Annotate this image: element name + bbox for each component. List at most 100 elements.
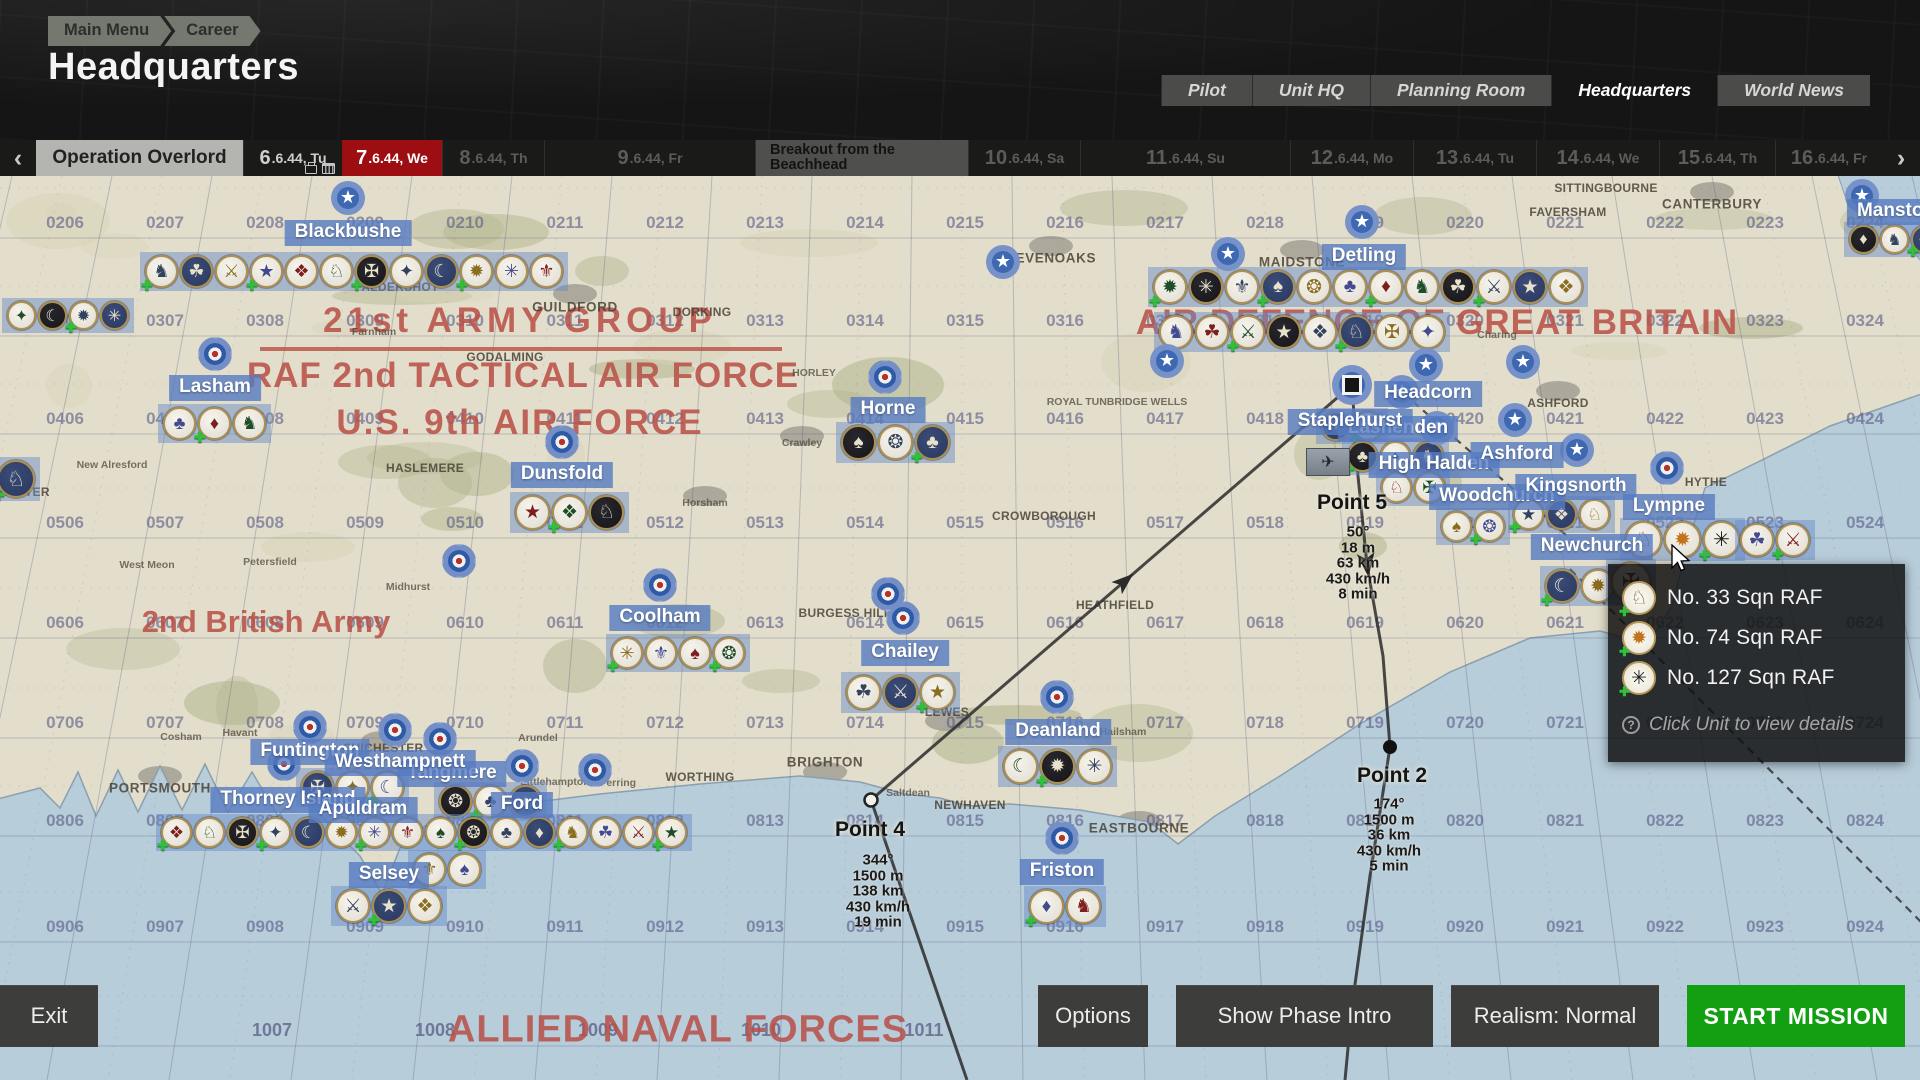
- airfield-label-staplehurst[interactable]: Staplehurst: [1288, 409, 1413, 435]
- unit-emblem[interactable]: ♣✚: [915, 425, 950, 460]
- unit-emblem[interactable]: ☘: [590, 817, 621, 848]
- unit-emblem[interactable]: ♞✚: [145, 255, 178, 288]
- airfield-marker-staplehurst[interactable]: [1332, 365, 1372, 405]
- unit-emblem[interactable]: ♘✚: [0, 460, 35, 498]
- unit-emblem[interactable]: ✠✚: [355, 255, 388, 288]
- unit-emblem[interactable]: ⚔✚: [1231, 315, 1265, 349]
- unit-emblem[interactable]: ❖✚: [552, 495, 587, 530]
- options-button[interactable]: Options: [1038, 985, 1148, 1047]
- airfield-marker-lympne[interactable]: [1650, 451, 1684, 485]
- airfield-label-dunsfold[interactable]: Dunsfold: [511, 462, 613, 488]
- unit-emblem[interactable]: ♠: [425, 817, 456, 848]
- timeline-date-12[interactable]: 12.6.44, Mo: [1290, 140, 1413, 176]
- airfield-label-chailey[interactable]: Chailey: [861, 640, 949, 666]
- unit-emblem[interactable]: ★: [1513, 270, 1547, 304]
- airfield-marker[interactable]: [871, 577, 905, 611]
- unit-emblem[interactable]: ⚜: [1225, 270, 1259, 304]
- unit-emblem[interactable]: ❂✚: [458, 817, 489, 848]
- unit-emblem[interactable]: ★✚: [250, 255, 283, 288]
- airfield-marker-blackbushe[interactable]: ★: [331, 181, 365, 215]
- airfield-label-lasham[interactable]: Lasham: [169, 375, 261, 401]
- exit-button[interactable]: Exit: [0, 985, 98, 1047]
- timeline-date-16[interactable]: 16.6.44, Fr: [1775, 140, 1882, 176]
- unit-emblem[interactable]: ♘: [320, 255, 353, 288]
- tab-planning-room[interactable]: Planning Room: [1370, 75, 1551, 106]
- unit-emblem[interactable]: ☘: [1441, 270, 1475, 304]
- unit-emblem[interactable]: ✦: [390, 255, 423, 288]
- airfield-label-coolham[interactable]: Coolham: [609, 605, 710, 631]
- timeline-next-icon[interactable]: ›: [1882, 140, 1920, 176]
- tab-unit-hq[interactable]: Unit HQ: [1252, 75, 1370, 106]
- airfield-marker-dunsfold[interactable]: [545, 425, 579, 459]
- unit-emblem[interactable]: ♞: [233, 407, 266, 440]
- unit-emblem[interactable]: ❂: [1297, 270, 1331, 304]
- timeline-date-6[interactable]: 6.6.44, Tu: [243, 140, 342, 176]
- breadcrumb-main-menu[interactable]: Main Menu: [48, 16, 171, 46]
- unit-emblem[interactable]: ☘: [1195, 315, 1229, 349]
- tooltip-squadron-no-127-sqn-raf[interactable]: ✳✚No. 127 Sqn RAF: [1608, 658, 1905, 698]
- unit-emblem[interactable]: ♘: [194, 817, 225, 848]
- unit-emblem[interactable]: ❂✚: [1474, 511, 1505, 542]
- unit-emblem[interactable]: ✠: [1375, 315, 1409, 349]
- airfield-label-lympne[interactable]: Lympne: [1623, 494, 1715, 520]
- unit-emblem[interactable]: ♠✚: [1261, 270, 1295, 304]
- unit-emblem[interactable]: ♠: [1441, 511, 1472, 542]
- show-phase-intro-button[interactable]: Show Phase Intro: [1176, 985, 1433, 1047]
- unit-emblem[interactable]: ✳: [100, 301, 129, 330]
- timeline-date-11[interactable]: 11.6.44, Su: [1080, 140, 1290, 176]
- unit-emblem[interactable]: ★: [1267, 315, 1301, 349]
- unit-emblem[interactable]: ⚔: [336, 889, 370, 923]
- start-mission-button[interactable]: START MISSION: [1687, 985, 1905, 1047]
- airfield-label-headcorn[interactable]: Headcorn: [1374, 381, 1482, 407]
- breadcrumb-career[interactable]: Career: [164, 16, 260, 46]
- unit-emblem[interactable]: ✹✚: [69, 301, 98, 330]
- unit-emblem[interactable]: ♣: [1333, 270, 1367, 304]
- unit-emblem[interactable]: ✹✚: [1153, 270, 1187, 304]
- timeline-date-7[interactable]: 7.6.44, We: [342, 140, 442, 176]
- airfield-label-apuldram[interactable]: Apuldram: [309, 797, 418, 823]
- airfield-label-blackbushe[interactable]: Blackbushe: [285, 220, 412, 246]
- unit-emblem[interactable]: ☾: [425, 255, 458, 288]
- airfield-marker-kingsnorth[interactable]: ★: [1560, 433, 1594, 467]
- unit-emblem[interactable]: ⚔: [215, 255, 248, 288]
- unit-emblem[interactable]: ⚔✚: [1477, 270, 1511, 304]
- unit-emblem[interactable]: ♘: [1579, 499, 1610, 530]
- unit-emblem[interactable]: ✦: [1411, 315, 1445, 349]
- airfield-marker-headcorn[interactable]: ★: [1409, 348, 1443, 382]
- airfield-marker-ashford[interactable]: ★: [1498, 403, 1532, 437]
- tooltip-squadron-no-74-sqn-raf[interactable]: ✹✚No. 74 Sqn RAF: [1608, 618, 1905, 658]
- timeline-date-15[interactable]: 15.6.44, Th: [1659, 140, 1775, 176]
- airfield-label-friston[interactable]: Friston: [1020, 859, 1104, 885]
- timeline-date-9[interactable]: 9.6.44, Fr: [544, 140, 755, 176]
- unit-emblem[interactable]: ★✚: [656, 817, 687, 848]
- unit-emblem[interactable]: ♦: [1849, 225, 1878, 254]
- unit-emblem[interactable]: ❖✚: [161, 817, 192, 848]
- timeline-date-10[interactable]: 10.6.44, Sa: [968, 140, 1080, 176]
- unit-emblem[interactable]: ⚔✚: [1776, 523, 1810, 557]
- realism-normal-button[interactable]: Realism: Normal: [1451, 985, 1659, 1047]
- unit-emblem[interactable]: ✦: [7, 301, 36, 330]
- unit-emblem[interactable]: ♦✚: [198, 407, 231, 440]
- unit-emblem[interactable]: ♠: [841, 425, 876, 460]
- airfield-label-detling[interactable]: Detling: [1322, 244, 1406, 270]
- airfield-marker-detling[interactable]: ★: [1345, 205, 1379, 239]
- airfield-label-ford[interactable]: Ford: [491, 792, 553, 818]
- unit-emblem[interactable]: ⚜: [645, 637, 677, 669]
- airfield-marker[interactable]: ★: [1150, 344, 1184, 378]
- airfield-label-ashford[interactable]: Ashford: [1471, 442, 1564, 468]
- unit-emblem[interactable]: ❖: [408, 889, 442, 923]
- airfield-label-newchurch[interactable]: Newchurch: [1531, 534, 1653, 560]
- airfield-marker[interactable]: [442, 544, 476, 578]
- unit-emblem[interactable]: ⚔: [883, 675, 918, 710]
- tab-pilot[interactable]: Pilot: [1161, 75, 1252, 106]
- unit-emblem[interactable]: ✳: [495, 255, 528, 288]
- airfield-marker-lasham[interactable]: [198, 337, 232, 371]
- timeline-prev-icon[interactable]: ‹: [0, 140, 36, 176]
- unit-emblem[interactable]: ⚔: [623, 817, 654, 848]
- airfield-marker[interactable]: ★: [1506, 345, 1540, 379]
- airfield-marker-horne[interactable]: [868, 360, 902, 394]
- airfield-label-kingsnorth[interactable]: Kingsnorth: [1515, 474, 1636, 500]
- timeline-date-14[interactable]: 14.6.44, We: [1536, 140, 1659, 176]
- unit-emblem[interactable]: ☘✚: [1911, 225, 1920, 254]
- unit-emblem[interactable]: ♠: [679, 637, 711, 669]
